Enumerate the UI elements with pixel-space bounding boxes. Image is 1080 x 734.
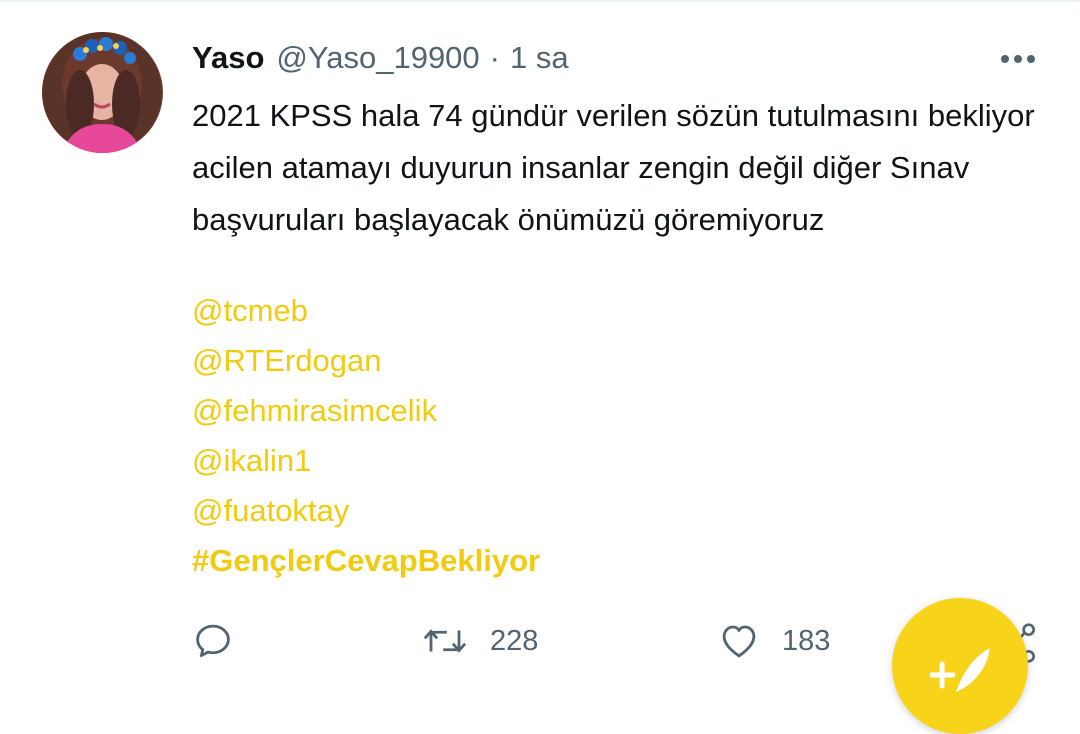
top-divider: [0, 0, 1080, 2]
header-separator: ·: [489, 40, 500, 75]
author-handle[interactable]: @Yaso_19900: [276, 40, 479, 76]
tweet-header: Yaso @Yaso_19900 · 1 sa: [192, 38, 569, 78]
reply-button[interactable]: [192, 617, 234, 665]
avatar-image: [42, 32, 162, 153]
like-count: 183: [782, 624, 831, 657]
heart-icon: [722, 625, 756, 658]
more-options-icon[interactable]: [994, 44, 1042, 74]
avatar[interactable]: [42, 32, 163, 153]
mention-link[interactable]: @fuatoktay: [192, 486, 540, 536]
compose-tweet-button[interactable]: [892, 598, 1028, 734]
mention-link[interactable]: @fehmirasimcelik: [192, 386, 540, 436]
author-name[interactable]: Yaso: [192, 40, 264, 76]
mention-link[interactable]: @ikalin1: [192, 436, 540, 486]
hashtag-link[interactable]: #GençlerCevapBekliyor: [192, 536, 540, 586]
retweet-icon: [423, 629, 467, 653]
retweet-count: 228: [490, 624, 539, 657]
tweet-mentions: @tcmeb @RTErdogan @fehmirasimcelik @ikal…: [192, 286, 540, 586]
reply-bubble-icon: [196, 624, 230, 658]
compose-tweet-icon: [930, 648, 990, 692]
tweet-timestamp[interactable]: 1 sa: [510, 40, 569, 76]
mention-link[interactable]: @tcmeb: [192, 286, 540, 336]
like-button[interactable]: 183: [718, 617, 830, 665]
mention-link[interactable]: @RTErdogan: [192, 336, 540, 386]
tweet-text: 2021 KPSS hala 74 gündür verilen sözün t…: [192, 98, 1035, 237]
retweet-button[interactable]: 228: [422, 617, 538, 665]
